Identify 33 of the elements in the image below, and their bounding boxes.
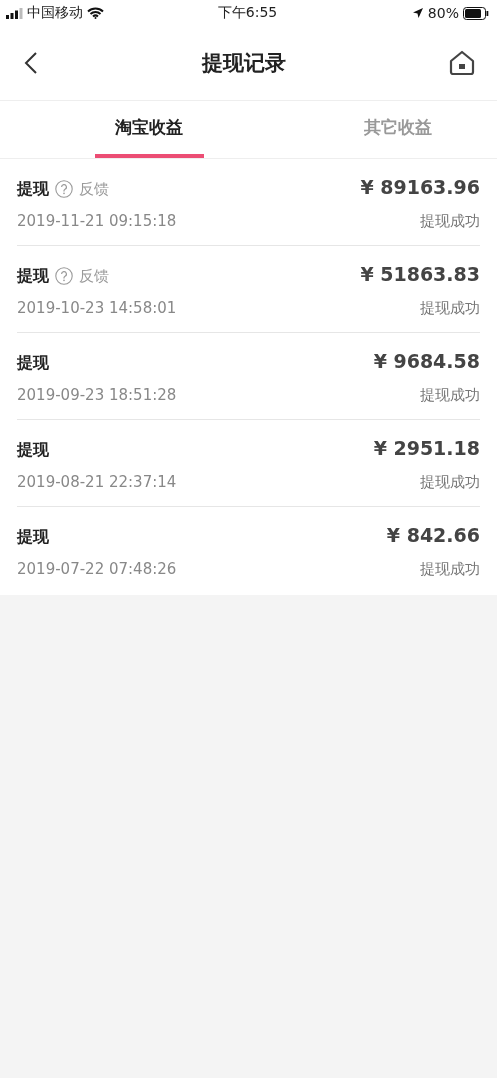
wifi-icon bbox=[87, 7, 104, 19]
location-arrow-icon bbox=[411, 7, 424, 19]
record-date: 2019-10-23 14:58:01 bbox=[17, 299, 177, 317]
record-status: 提现成功 bbox=[420, 386, 480, 405]
record-amount: ¥ 89163.96 bbox=[360, 176, 480, 200]
feedback-link[interactable]: 反馈 bbox=[79, 179, 109, 199]
record-amount: ¥ 842.66 bbox=[386, 524, 480, 548]
clock-time: 下午6:55 bbox=[217, 4, 278, 20]
record-amount: ¥ 2951.18 bbox=[373, 437, 480, 461]
record-title: 提现 bbox=[17, 526, 49, 548]
record-title: 提现 bbox=[17, 352, 49, 374]
record-date: 2019-07-22 07:48:26 bbox=[17, 560, 177, 578]
record-date: 2019-09-23 18:51:28 bbox=[17, 386, 177, 404]
page-title: 提现记录 bbox=[201, 50, 286, 77]
record-amount: ¥ 9684.58 bbox=[373, 350, 480, 374]
record-title: 提现 bbox=[17, 178, 49, 200]
record-status: 提现成功 bbox=[420, 560, 480, 579]
help-icon bbox=[55, 180, 73, 198]
record-date: 2019-11-21 09:15:18 bbox=[17, 212, 177, 230]
record-status: 提现成功 bbox=[420, 473, 480, 492]
record-status: 提现成功 bbox=[420, 299, 480, 318]
feedback-link[interactable]: 反馈 bbox=[79, 266, 109, 286]
record-date: 2019-08-21 22:37:14 bbox=[17, 473, 177, 491]
battery-percent: 80% bbox=[427, 5, 459, 21]
record-title: 提现 bbox=[17, 265, 49, 287]
signal-icon bbox=[6, 7, 23, 19]
record-amount: ¥ 51863.83 bbox=[360, 263, 480, 287]
record-title: 提现 bbox=[17, 439, 49, 461]
carrier-name: 中国移动 bbox=[27, 4, 83, 22]
record-status: 提现成功 bbox=[420, 212, 480, 231]
battery-icon bbox=[463, 6, 489, 20]
tab[interactable]: 其它收益 bbox=[343, 101, 452, 158]
help-icon bbox=[55, 267, 73, 285]
